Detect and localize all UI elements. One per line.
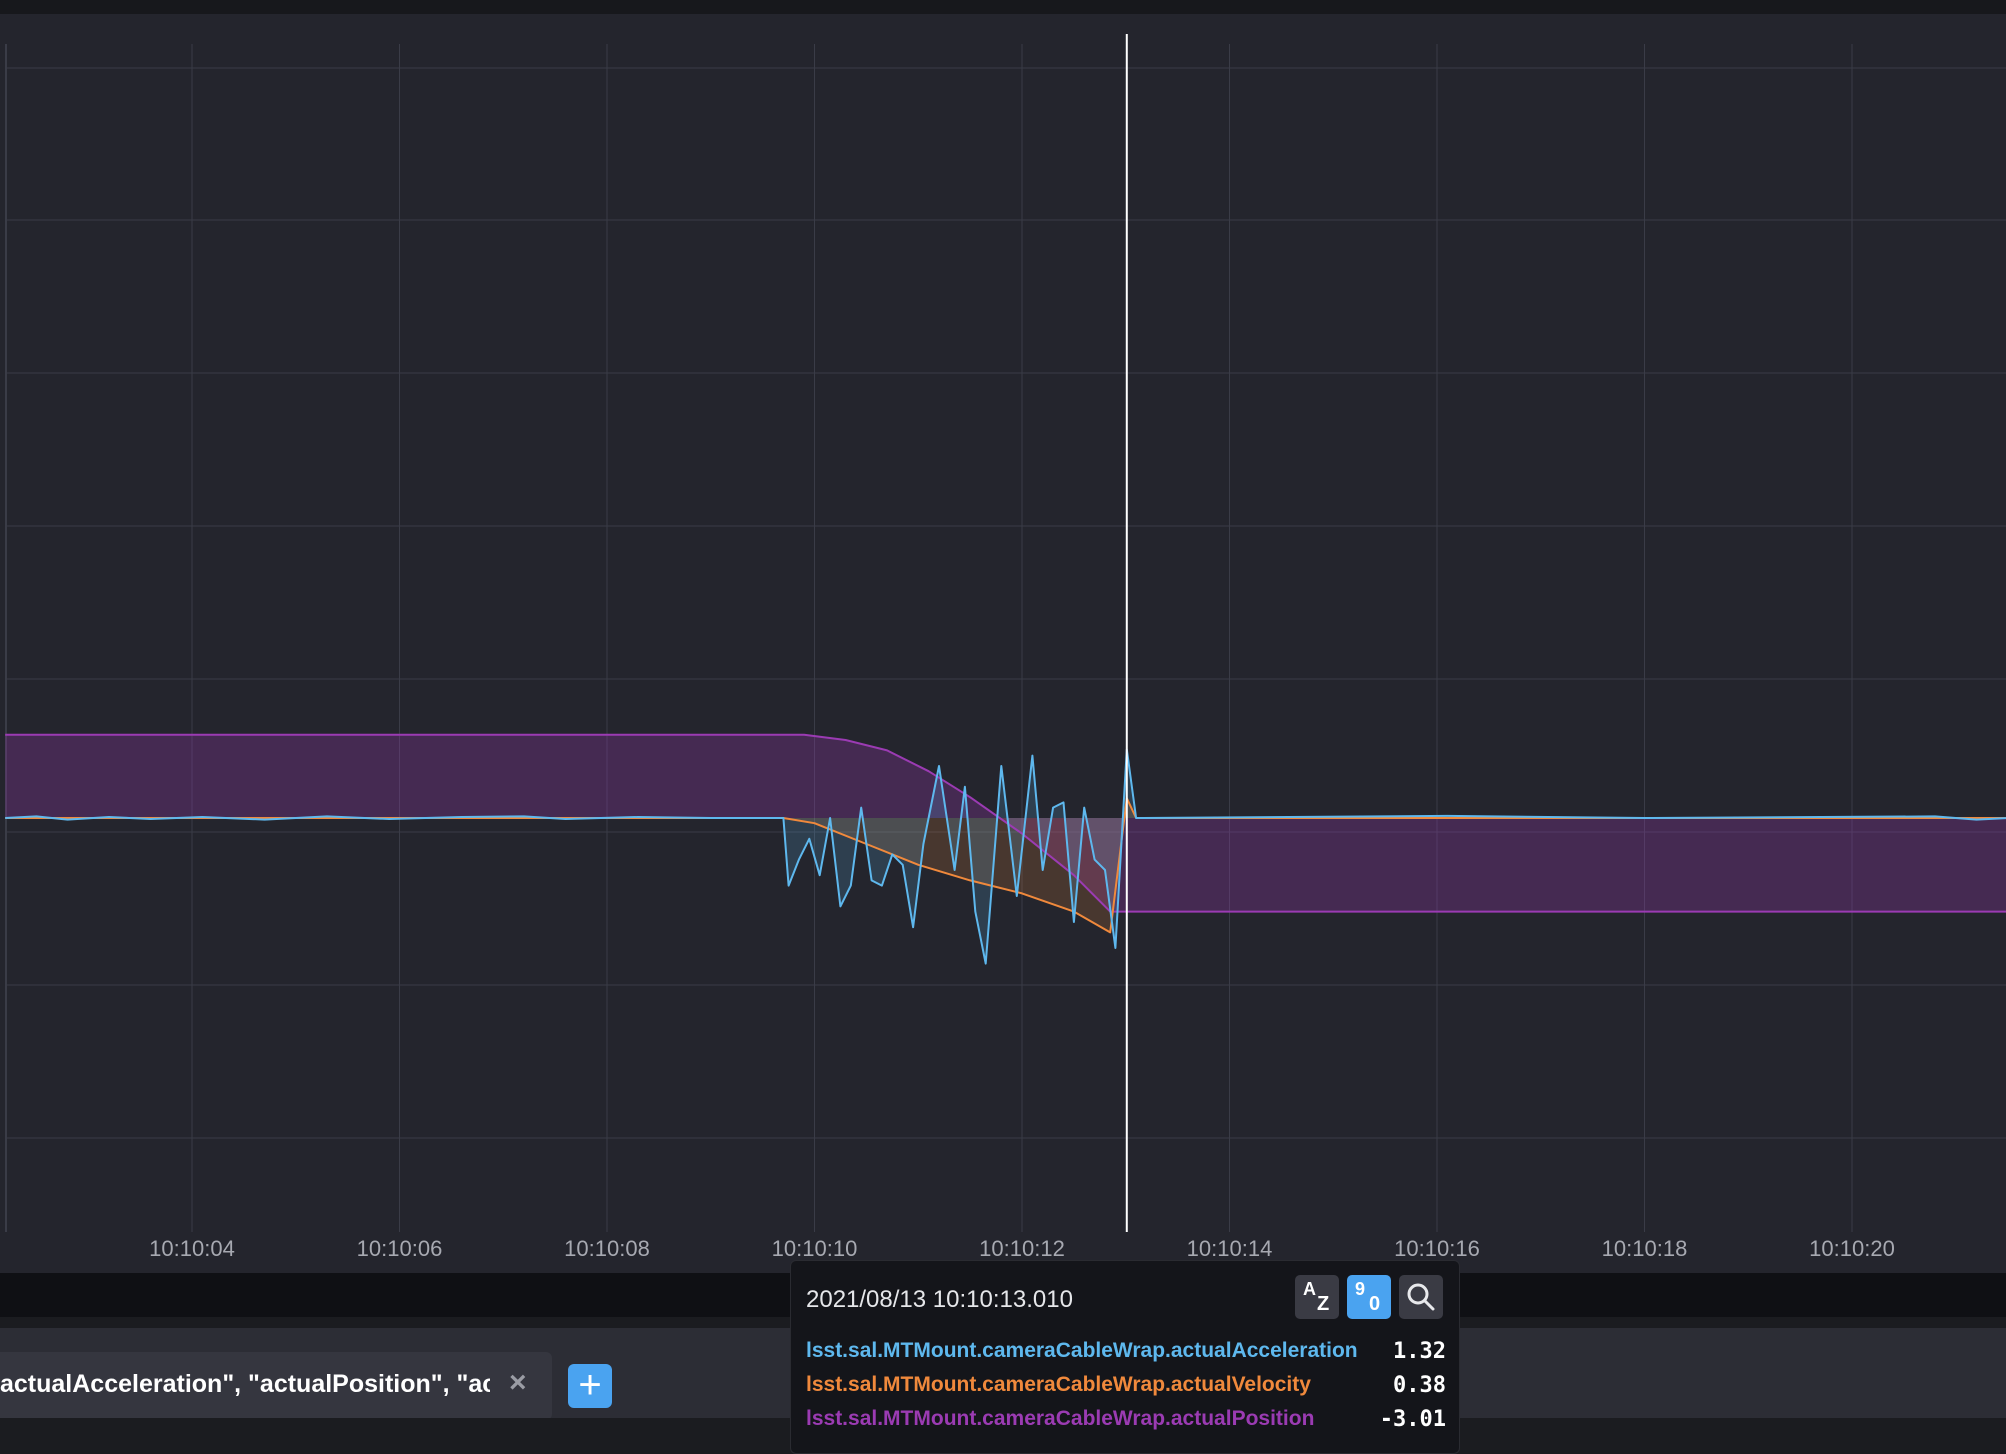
series-value: 0.38 <box>1393 1373 1446 1398</box>
sort-alphabetical-button[interactable]: A Z <box>1295 1275 1339 1319</box>
x-tick-label: 10:10:20 <box>1809 1236 1895 1261</box>
legend-tooltip: 2021/08/13 10:10:13.010 A Z 9 0 lsst.sal… <box>790 1260 1460 1454</box>
tooltip-row-acceleration: lsst.sal.MTMount.cameraCableWrap.actualA… <box>806 1339 1446 1369</box>
search-button[interactable] <box>1399 1275 1443 1319</box>
query-tab-label[interactable]: actualAcceleration", "actualPosition", "… <box>0 1370 490 1399</box>
sort-alpha-bottom-letter: Z <box>1317 1293 1330 1315</box>
x-tick-label: 10:10:08 <box>564 1236 650 1261</box>
add-query-button[interactable]: + <box>568 1364 612 1408</box>
x-tick-label: 10:10:10 <box>771 1236 858 1261</box>
close-icon[interactable]: × <box>509 1366 527 1400</box>
top-toolbar-strip <box>0 0 2006 14</box>
graph-svg[interactable] <box>0 14 2006 1273</box>
series-name: lsst.sal.MTMount.cameraCableWrap.actualA… <box>806 1339 1358 1362</box>
series-name: lsst.sal.MTMount.cameraCableWrap.actualV… <box>806 1373 1311 1396</box>
search-icon <box>1407 1283 1435 1311</box>
sort-numeric-top-digit: 9 <box>1355 1279 1366 1299</box>
x-tick-label: 10:10:18 <box>1601 1236 1688 1261</box>
tooltip-timestamp: 2021/08/13 10:10:13.010 <box>806 1286 1073 1313</box>
sort-numeric-button[interactable]: 9 0 <box>1347 1275 1391 1319</box>
x-tick-label: 10:10:12 <box>979 1236 1065 1261</box>
sort-numeric-bottom-digit: 0 <box>1369 1293 1381 1315</box>
sort-alpha-top-letter: A <box>1303 1279 1316 1299</box>
series-name: lsst.sal.MTMount.cameraCableWrap.actualP… <box>806 1407 1315 1430</box>
x-tick-label: 10:10:06 <box>356 1236 443 1261</box>
series-value: 1.32 <box>1393 1339 1446 1364</box>
tooltip-row-velocity: lsst.sal.MTMount.cameraCableWrap.actualV… <box>806 1373 1446 1403</box>
x-tick-label: 10:10:14 <box>1186 1236 1273 1261</box>
x-tick-label: 10:10:04 <box>149 1236 235 1261</box>
x-tick-label: 10:10:16 <box>1394 1236 1480 1261</box>
time-series-graph[interactable]: 10:10:04 10:10:06 10:10:08 10:10:10 10:10:12… <box>0 14 2006 1273</box>
tooltip-row-position: lsst.sal.MTMount.cameraCableWrap.actualP… <box>806 1407 1446 1437</box>
query-tab[interactable]: actualAcceleration", "actualPosition", "… <box>0 1352 552 1420</box>
series-value: -3.01 <box>1379 1407 1446 1432</box>
